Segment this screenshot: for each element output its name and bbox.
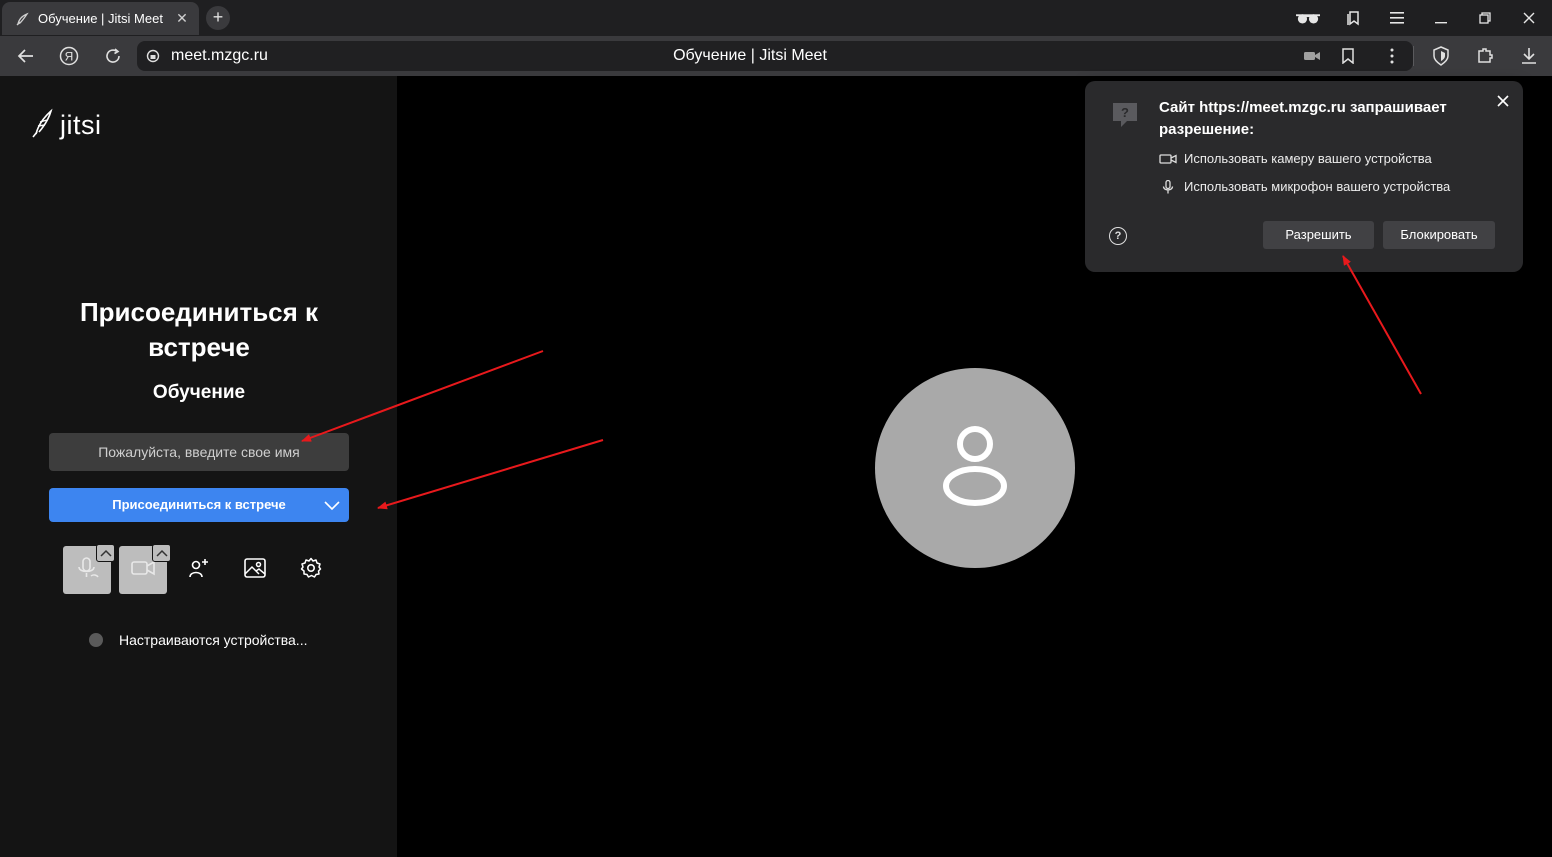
jitsi-favicon-icon — [14, 11, 30, 27]
permission-microphone-text: Использовать микрофон вашего устройства — [1184, 179, 1451, 194]
permission-camera-text: Использовать камеру вашего устройства — [1184, 151, 1432, 166]
annotation-arrow-allow-button — [1342, 255, 1422, 395]
extensions-icon[interactable] — [1473, 44, 1497, 68]
allow-button[interactable]: Разрешить — [1263, 221, 1374, 249]
download-icon[interactable] — [1517, 44, 1541, 68]
permission-camera-row: Использовать камеру вашего устройства — [1159, 151, 1432, 166]
yandex-icon[interactable]: Я — [57, 44, 81, 68]
close-window-icon[interactable] — [1517, 6, 1541, 30]
url-text: meet.mzgc.ru — [171, 47, 268, 64]
invite-button[interactable] — [185, 556, 213, 584]
jitsi-logo-text: jitsi — [60, 110, 102, 140]
device-status-indicator — [89, 633, 103, 647]
annotation-arrow-join-button — [377, 439, 604, 510]
toolbar-divider — [1413, 46, 1414, 66]
collections-icon[interactable] — [1341, 6, 1365, 30]
device-status-text: Настраиваются устройства... — [119, 632, 308, 648]
incognito-glasses-icon[interactable] — [1296, 6, 1320, 30]
join-meeting-button[interactable]: Присоединиться к встрече — [49, 488, 349, 522]
jitsi-logo: jitsi — [32, 108, 102, 143]
help-icon[interactable]: ? — [1109, 227, 1127, 245]
camera-in-use-icon[interactable] — [1300, 44, 1324, 68]
camera-options-chevron-up-icon[interactable] — [152, 544, 171, 562]
add-person-icon — [187, 556, 211, 585]
gear-icon — [299, 556, 323, 585]
permission-title: Сайт https://meet.mzgc.ru запрашивает ра… — [1159, 99, 1447, 138]
question-bubble-icon: ? — [1109, 99, 1141, 131]
user-icon — [940, 424, 1010, 513]
menu-icon[interactable] — [1385, 6, 1409, 30]
block-button[interactable]: Блокировать — [1383, 221, 1495, 249]
protect-shield-icon[interactable] — [1429, 44, 1453, 68]
join-heading: Присоединиться к встрече — [79, 297, 319, 362]
settings-button[interactable] — [297, 556, 325, 584]
new-tab-button[interactable]: + — [206, 6, 230, 30]
permission-microphone-row: Использовать микрофон вашего устройства — [1159, 179, 1450, 194]
image-icon — [243, 557, 267, 584]
back-arrow-icon[interactable] — [13, 44, 37, 68]
site-settings-icon[interactable] — [141, 44, 165, 68]
reload-icon[interactable] — [101, 44, 125, 68]
more-options-icon[interactable] — [1380, 44, 1404, 68]
name-input[interactable] — [49, 433, 349, 471]
join-options-chevron-down-icon[interactable] — [323, 497, 341, 513]
microphone-icon — [1159, 179, 1177, 194]
browser-tab[interactable]: Обучение | Jitsi Meet ✕ — [2, 2, 199, 35]
jitsi-logo-icon — [32, 108, 54, 143]
join-meeting-label: Присоединиться к встрече — [112, 497, 286, 512]
microphone-options-chevron-up-icon[interactable] — [96, 544, 115, 562]
popup-close-icon[interactable] — [1494, 92, 1512, 110]
virtual-background-button[interactable] — [241, 556, 269, 584]
bookmark-icon[interactable] — [1336, 44, 1360, 68]
restore-icon[interactable] — [1473, 6, 1497, 30]
camera-icon — [1159, 152, 1177, 166]
page-title: Обучение | Jitsi Meet — [673, 47, 827, 64]
tab-title: Обучение | Jitsi Meet — [38, 11, 163, 26]
minimize-icon[interactable] — [1429, 6, 1453, 30]
svg-text:?: ? — [1121, 105, 1129, 120]
svg-text:Я: Я — [65, 50, 74, 64]
user-avatar — [875, 368, 1075, 568]
room-name: Обучение — [152, 382, 246, 403]
tab-close-icon[interactable]: ✕ — [174, 10, 190, 26]
